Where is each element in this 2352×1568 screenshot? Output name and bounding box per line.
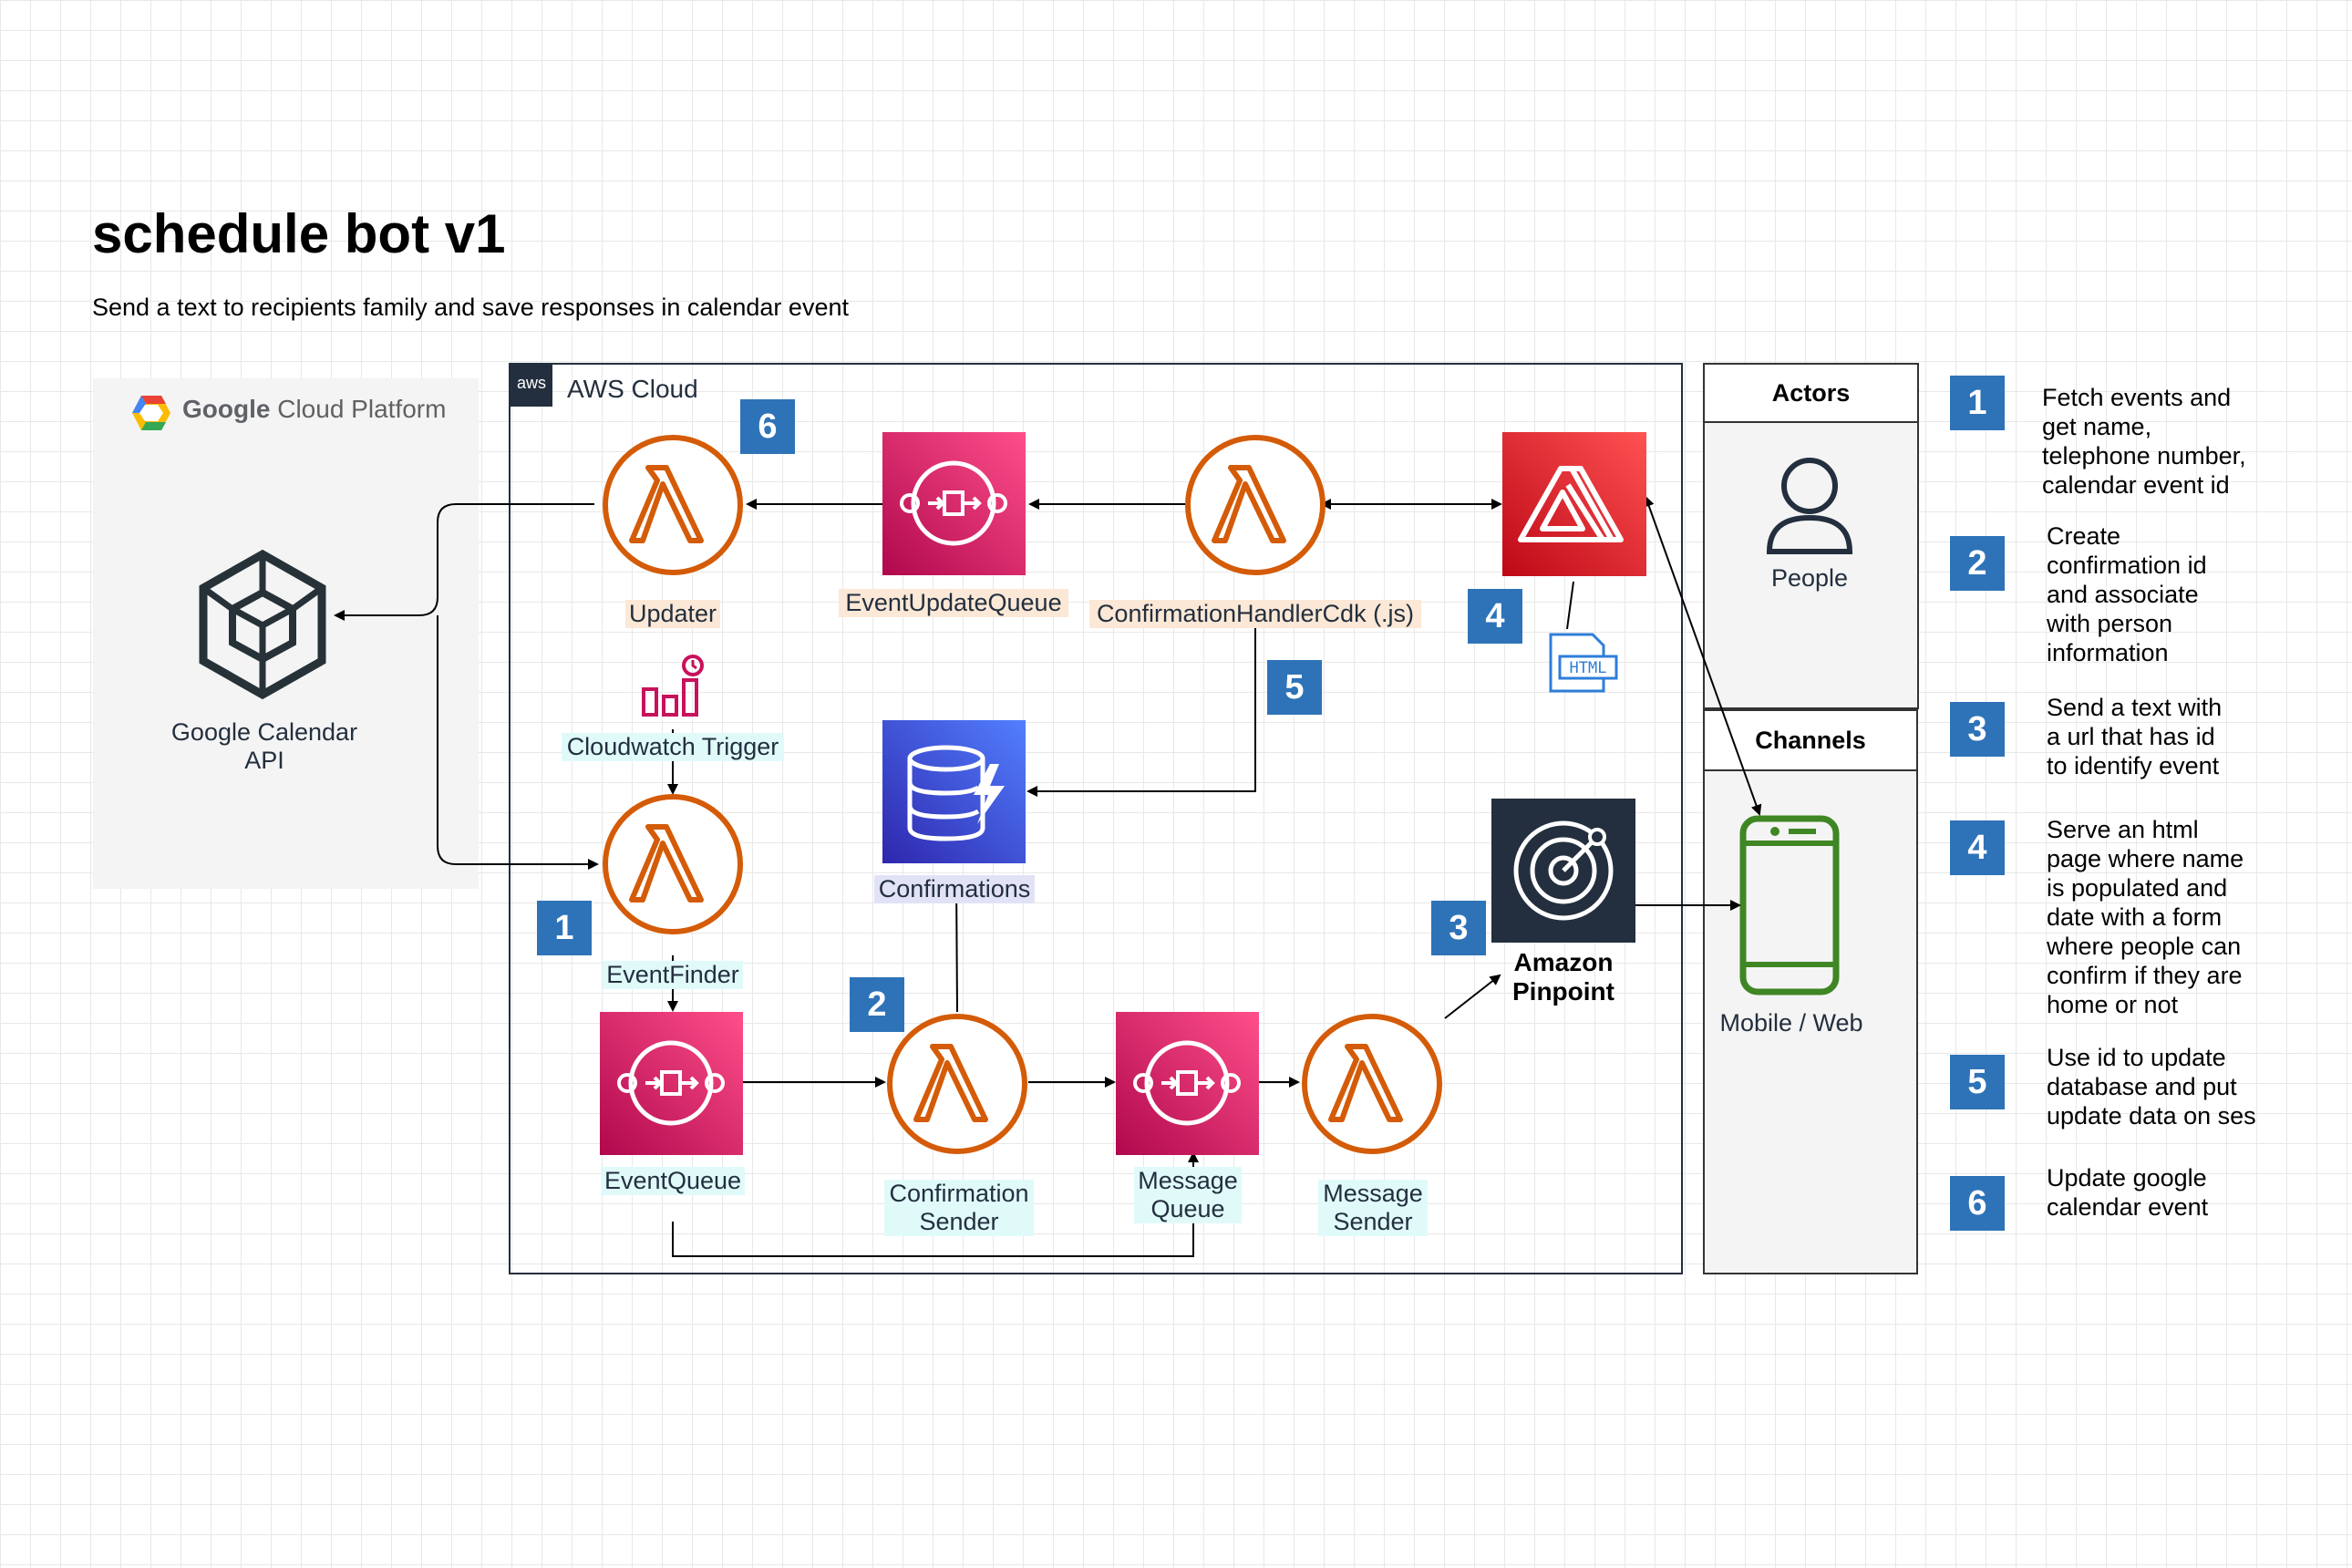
badge-5: 5: [1267, 660, 1322, 715]
lambda-confirmation-sender-icon: [887, 1014, 1027, 1154]
lambda-event-finder-icon: [603, 794, 743, 934]
sqs-event-queue-icon: [600, 1012, 743, 1155]
connectors: [334, 495, 1762, 1257]
amplify-icon: [1502, 432, 1646, 576]
lambda-updater-icon: [603, 435, 743, 575]
badge-1: 1: [537, 901, 592, 955]
badge-3: 3: [1431, 901, 1486, 955]
updater-label: Updater: [625, 600, 720, 628]
confirmations-label: Confirmations: [874, 875, 1035, 903]
confirmation-sender-label: Confirmation Sender: [884, 1180, 1034, 1236]
cloudwatch-trigger-icon: [642, 655, 704, 717]
step-6-badge: 6: [1950, 1176, 2005, 1231]
step-1-badge: 1: [1950, 376, 2005, 430]
dynamodb-icon: [882, 720, 1026, 863]
step-2-badge: 2: [1950, 536, 2005, 591]
step-3-badge: 3: [1950, 702, 2005, 757]
step-5-text: Use id to update database and put update…: [2047, 1044, 2256, 1130]
diagram-canvas: schedule bot v1 Send a text to recipient…: [0, 0, 2352, 1568]
cloudwatch-trigger-label: Cloudwatch Trigger: [562, 733, 784, 761]
sqs-message-queue-icon: [1116, 1012, 1259, 1155]
step-5-badge: 5: [1950, 1055, 2005, 1109]
event-queue-label: EventQueue: [601, 1167, 745, 1195]
step-6-text: Update google calendar event: [2047, 1164, 2209, 1221]
confirmation-handler-label: ConfirmationHandlerCdk (.js): [1089, 600, 1421, 628]
pinpoint-icon: [1491, 799, 1635, 943]
event-finder-label: EventFinder: [603, 961, 743, 989]
sqs-event-update-queue-icon: [882, 432, 1026, 575]
step-1-text: Fetch events and get name, telephone num…: [2042, 384, 2246, 499]
badge-6: 6: [740, 399, 795, 454]
step-4-badge: 4: [1950, 820, 2005, 875]
message-queue-label: Message Queue: [1134, 1167, 1242, 1223]
step-4-text: Serve an html page where name is populat…: [2047, 816, 2244, 1018]
step-2-text: Create confirmation id and associate wit…: [2047, 522, 2207, 666]
pinpoint-label: Amazon Pinpoint: [1512, 948, 1614, 1006]
html-file-icon: HTML: [1549, 633, 1618, 693]
badge-4: 4: [1468, 589, 1522, 644]
step-3-text: Send a text with a url that has id to id…: [2047, 694, 2223, 779]
lambda-message-sender-icon: [1302, 1014, 1442, 1154]
badge-2: 2: [850, 977, 904, 1032]
event-update-queue-label: EventUpdateQueue: [839, 589, 1068, 617]
lambda-confirmation-handler-icon: [1185, 435, 1326, 575]
message-sender-label: Message Sender: [1318, 1180, 1428, 1236]
html-icon-text: HTML: [1570, 659, 1607, 677]
